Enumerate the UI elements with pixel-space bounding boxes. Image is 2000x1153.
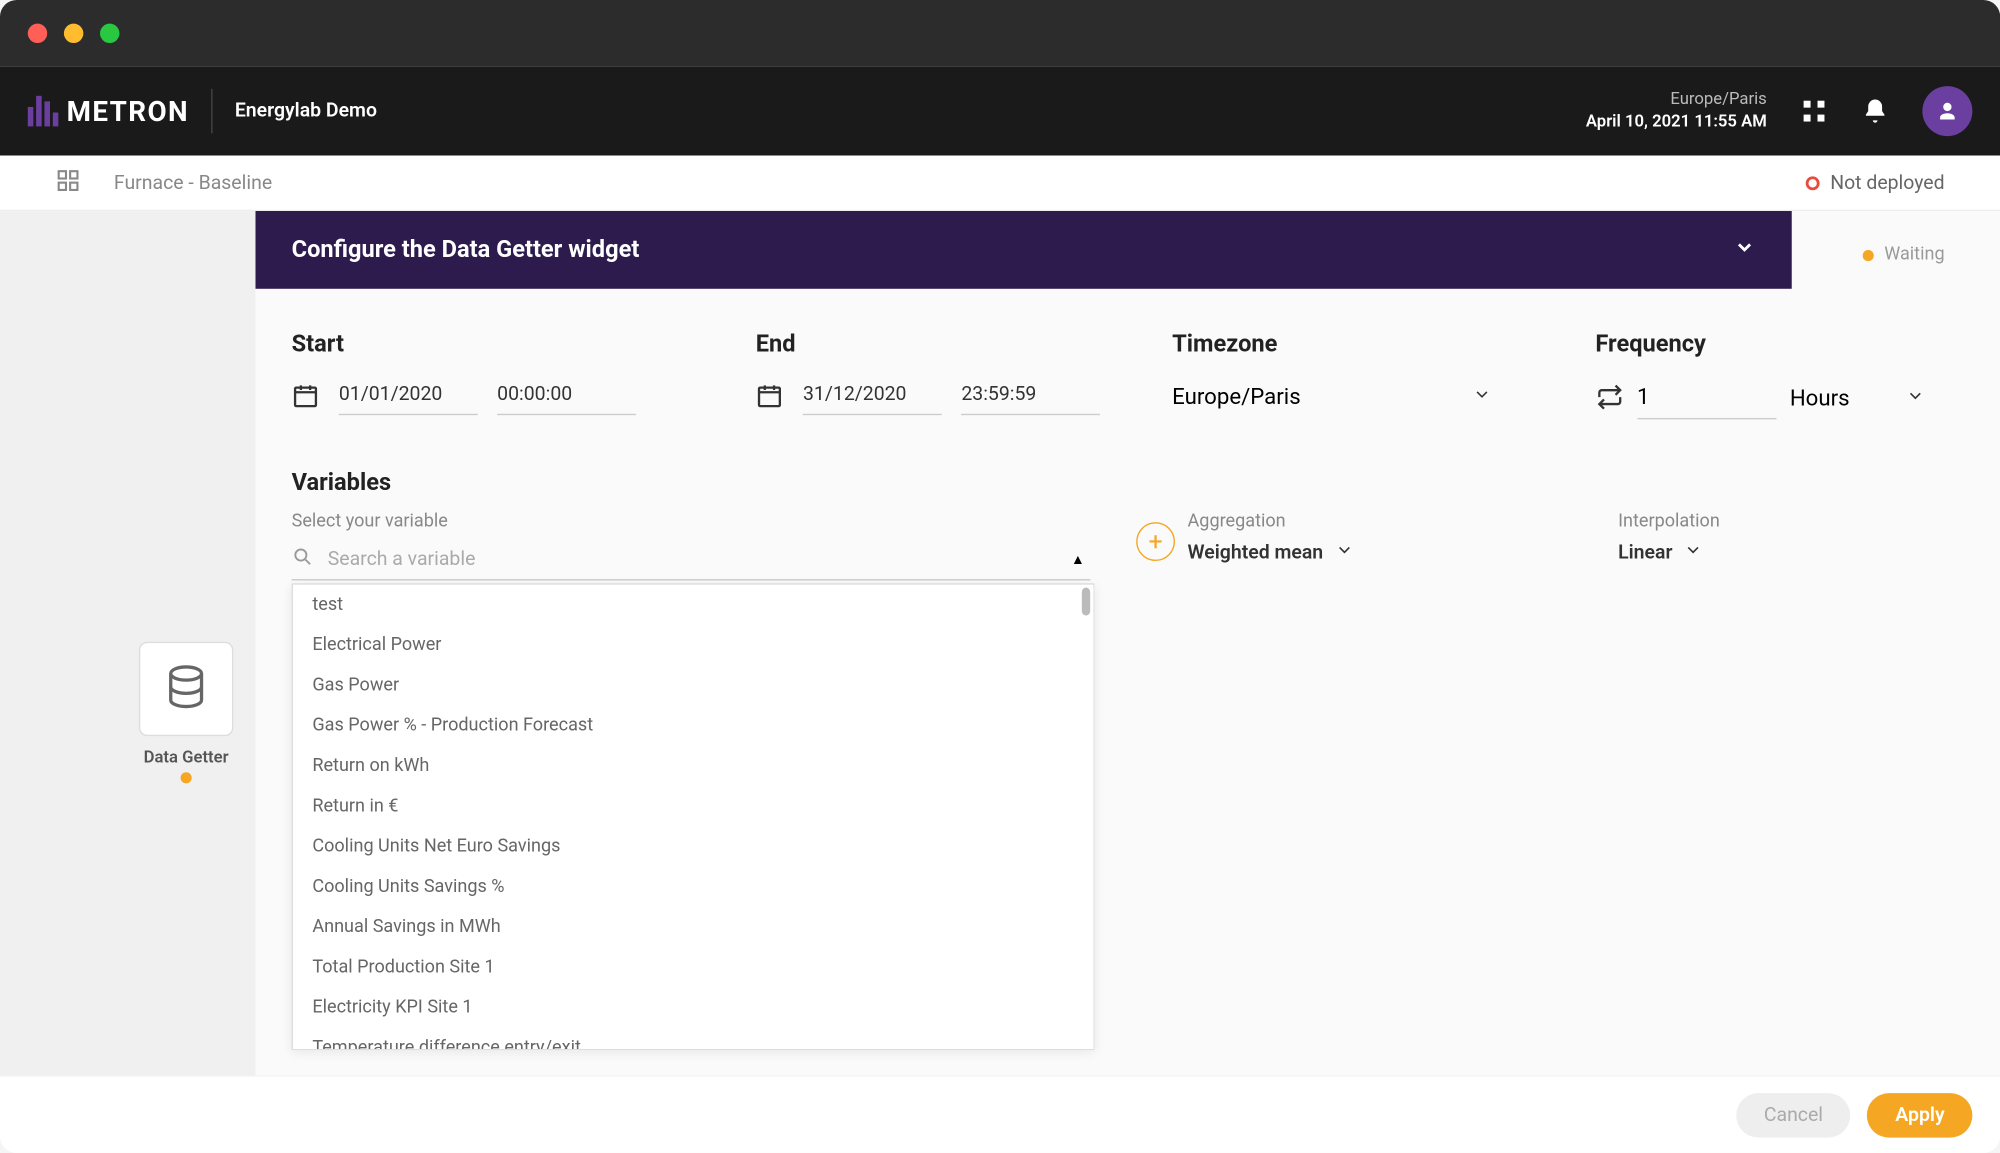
search-icon [292, 546, 314, 574]
interpolation-select[interactable]: Linear [1618, 540, 1868, 565]
widget-icon-box[interactable] [139, 642, 233, 736]
footer: Cancel Apply [0, 1075, 2000, 1153]
widget-status-dot [181, 772, 192, 783]
chevron-down-icon [1472, 383, 1491, 409]
app-window: METRON Energylab Demo Europe/Paris April… [0, 0, 2000, 1153]
bell-icon[interactable] [1861, 97, 1889, 125]
widget-node-data-getter[interactable]: Data Getter [139, 642, 233, 784]
panel-status: Waiting [1862, 244, 1945, 265]
deploy-status-icon [1805, 176, 1819, 190]
variable-option[interactable]: Return in € [293, 786, 1093, 826]
breadcrumb-bar: Furnace - Baseline Not deployed [0, 156, 2000, 212]
calendar-icon[interactable] [756, 381, 784, 409]
variable-option[interactable]: Total Production Site 1 [293, 947, 1093, 987]
form: Start 01/01/2020 00:00:00 End [256, 289, 2000, 1075]
chevron-down-icon[interactable] [1733, 236, 1755, 264]
cancel-button[interactable]: Cancel [1736, 1092, 1851, 1136]
body: Data Getter Configure the Data Getter wi… [0, 211, 2000, 1075]
variable-dropdown[interactable]: testElectrical PowerGas PowerGas Power %… [292, 583, 1095, 1050]
deploy-status[interactable]: Not deployed [1805, 172, 1944, 194]
aggregation-select[interactable]: Weighted mean [1188, 540, 1619, 565]
project-name[interactable]: Energylab Demo [235, 100, 377, 122]
start-time-input[interactable]: 00:00:00 [497, 375, 636, 415]
brand-logo[interactable]: METRON [28, 94, 189, 127]
interpolation-value: Linear [1618, 542, 1672, 564]
datetime-value: April 10, 2021 11:55 AM [1586, 111, 1767, 133]
titlebar [0, 0, 2000, 67]
variable-option[interactable]: Gas Power [293, 665, 1093, 705]
apps-icon[interactable] [1800, 97, 1828, 125]
deploy-status-label: Not deployed [1830, 172, 1944, 194]
frequency-unit-select[interactable]: Hours [1790, 376, 1925, 419]
widget-label: Data Getter [139, 747, 233, 766]
close-window-button[interactable] [28, 24, 47, 43]
interpolation-label: Interpolation [1618, 511, 1868, 532]
variable-option[interactable]: Electricity KPI Site 1 [293, 988, 1093, 1028]
status-dot-icon [1862, 249, 1873, 260]
brand-name: METRON [67, 94, 189, 127]
status-label: Waiting [1884, 244, 1944, 265]
apply-button[interactable]: Apply [1867, 1092, 1972, 1136]
divider [211, 89, 212, 133]
app-header: METRON Energylab Demo Europe/Paris April… [0, 67, 2000, 156]
variable-search-input[interactable] [328, 549, 1091, 571]
calendar-icon[interactable] [292, 381, 320, 409]
scrollbar[interactable] [1082, 588, 1090, 616]
canvas-sidebar: Data Getter [0, 211, 256, 1075]
chevron-down-icon [1684, 540, 1703, 565]
variables-label: Variables [292, 469, 1964, 497]
chevron-down-icon [1905, 384, 1924, 410]
end-time-input[interactable]: 23:59:59 [961, 375, 1100, 415]
datetime-display: Europe/Paris April 10, 2021 11:55 AM [1586, 89, 1767, 132]
variable-option[interactable]: Annual Savings in MWh [293, 907, 1093, 947]
variable-option[interactable]: Return on kWh [293, 746, 1093, 786]
frequency-value-input[interactable]: 1 [1637, 375, 1776, 419]
end-label: End [756, 331, 1172, 359]
frequency-label: Frequency [1595, 331, 1964, 359]
panel-title: Configure the Data Getter widget [292, 236, 640, 264]
timezone-label: Timezone [1172, 331, 1595, 359]
frequency-unit-value: Hours [1790, 384, 1850, 410]
chevron-down-icon [1334, 540, 1353, 565]
start-date-input[interactable]: 01/01/2020 [339, 375, 478, 415]
variable-option[interactable]: Electrical Power [293, 625, 1093, 665]
database-icon [160, 663, 213, 716]
end-date-input[interactable]: 31/12/2020 [803, 375, 942, 415]
select-variable-label: Select your variable [292, 511, 1188, 532]
aggregation-label: Aggregation [1188, 511, 1619, 532]
variable-option[interactable]: test [293, 585, 1093, 625]
maximize-window-button[interactable] [100, 24, 119, 43]
timezone-select[interactable]: Europe/Paris [1172, 375, 1491, 418]
variable-option[interactable]: Temperature difference entry/exit [293, 1028, 1093, 1050]
add-variable-button[interactable]: + [1136, 522, 1175, 561]
variable-search[interactable]: ▲ [292, 540, 1091, 580]
user-avatar[interactable] [1922, 86, 1972, 136]
aggregation-value: Weighted mean [1188, 542, 1324, 564]
timezone-label: Europe/Paris [1586, 89, 1767, 111]
window-controls [28, 24, 120, 43]
panel-header[interactable]: Configure the Data Getter widget [256, 211, 1792, 289]
config-panel: Configure the Data Getter widget Waiting… [256, 211, 2000, 1075]
start-label: Start [292, 331, 756, 359]
minimize-window-button[interactable] [64, 24, 83, 43]
dashboard-icon[interactable] [56, 167, 81, 198]
variable-option[interactable]: Cooling Units Savings % [293, 867, 1093, 907]
variable-option[interactable]: Cooling Units Net Euro Savings [293, 826, 1093, 866]
variable-option[interactable]: Gas Power % - Production Forecast [293, 706, 1093, 746]
logo-icon [28, 96, 59, 127]
repeat-icon [1595, 383, 1623, 411]
caret-up-icon[interactable]: ▲ [1071, 552, 1085, 567]
page-title: Furnace - Baseline [114, 172, 272, 194]
timezone-value: Europe/Paris [1172, 383, 1301, 409]
